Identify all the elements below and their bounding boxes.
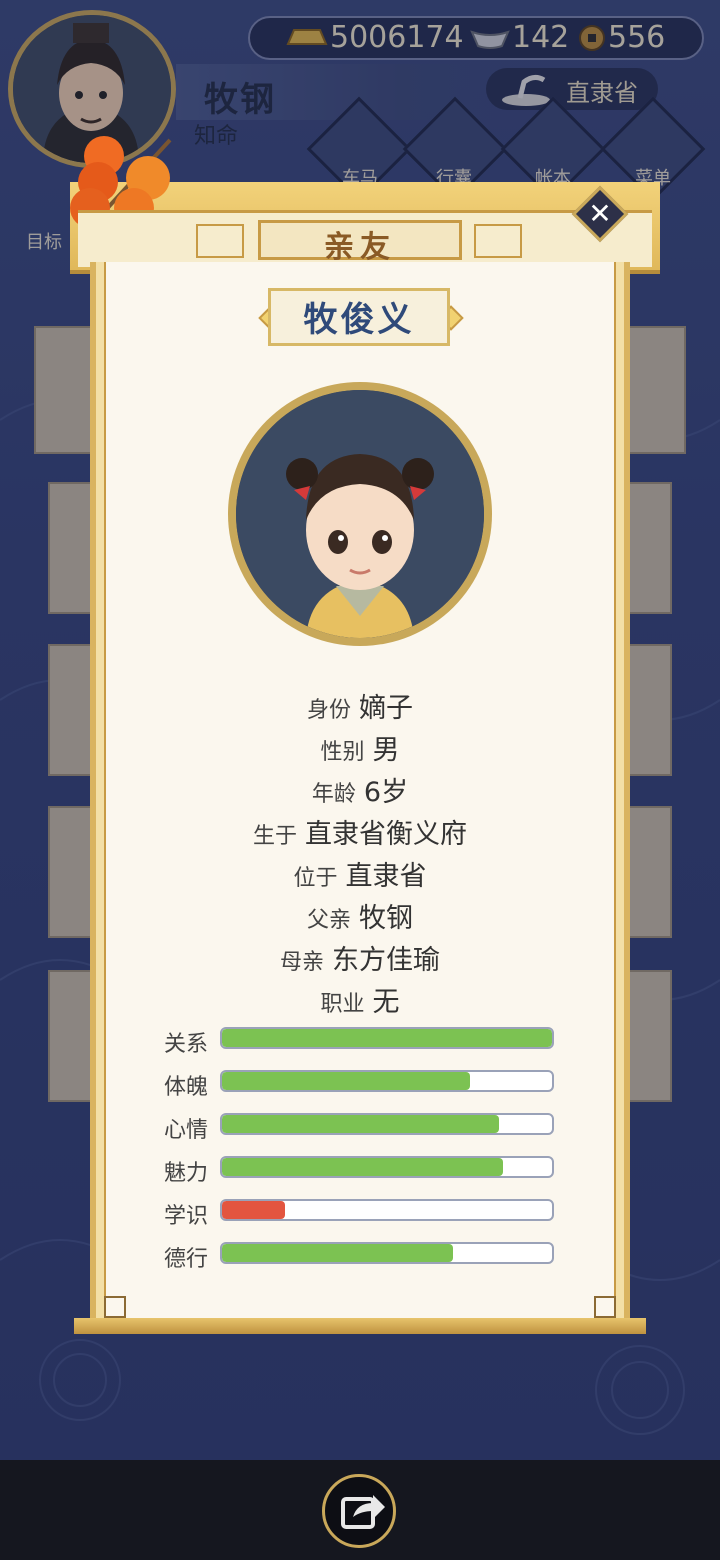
corner-ornament bbox=[104, 1296, 126, 1318]
info-row-age: 年龄 6岁 bbox=[104, 770, 616, 809]
stat-bar-virtue bbox=[220, 1242, 554, 1264]
info-value: 直隶省 bbox=[345, 861, 427, 892]
stat-bar-fill bbox=[222, 1029, 552, 1047]
corner-ornament bbox=[594, 1296, 616, 1318]
info-value: 男 bbox=[372, 735, 400, 766]
info-label: 身份 bbox=[306, 698, 351, 723]
modal-title: 亲友 bbox=[324, 230, 396, 265]
info-label: 位于 bbox=[293, 866, 338, 891]
stat-bar-knowledge bbox=[220, 1199, 554, 1221]
info-value: 东方佳瑜 bbox=[332, 945, 440, 976]
info-row-occupation: 职业无 bbox=[104, 980, 616, 1019]
info-value: 嫡子 bbox=[359, 693, 413, 724]
info-row-mother: 母亲 东方佳瑜 bbox=[104, 938, 616, 977]
info-label: 性别 bbox=[320, 740, 365, 765]
share-icon bbox=[341, 1495, 385, 1529]
info-value: 直隶省衡义府 bbox=[305, 819, 467, 850]
info-row-gender: 性别男 bbox=[104, 728, 616, 767]
scroll-bottom-roller bbox=[74, 1318, 646, 1334]
stat-label-virtue: 德行 bbox=[164, 1247, 209, 1272]
stat-bar-charm bbox=[220, 1156, 554, 1178]
stat-label-charm: 魅力 bbox=[164, 1161, 209, 1186]
close-icon[interactable]: ✕ bbox=[580, 194, 620, 234]
info-label: 父亲 bbox=[306, 908, 351, 933]
stat-bar-mood bbox=[220, 1113, 554, 1135]
stat-bar-fill bbox=[222, 1244, 453, 1262]
child-name: 牧俊义 bbox=[303, 300, 415, 340]
stat-bar-physique bbox=[220, 1070, 554, 1092]
info-label: 职业 bbox=[320, 992, 365, 1017]
info-value: 6岁 bbox=[363, 777, 409, 808]
info-row-birthplace: 生于 直隶省衡义府 bbox=[104, 812, 616, 851]
info-label: 生于 bbox=[252, 824, 297, 849]
stat-bar-fill bbox=[222, 1201, 285, 1219]
stat-bar-relationship bbox=[220, 1027, 554, 1049]
child-portrait bbox=[236, 390, 484, 638]
child-avatar-icon bbox=[236, 390, 484, 638]
info-value: 无 bbox=[372, 987, 400, 1018]
info-row-location: 位于 直隶省 bbox=[104, 854, 616, 893]
stat-label-relationship: 关系 bbox=[164, 1032, 209, 1057]
info-row-father: 父亲 牧钢 bbox=[104, 896, 616, 935]
stat-label-mood: 心情 bbox=[164, 1118, 209, 1143]
scroll-ornament-right bbox=[474, 224, 522, 258]
stat-label-physique: 体魄 bbox=[164, 1075, 209, 1100]
stat-bar-fill bbox=[222, 1115, 500, 1133]
scroll-ornament-left bbox=[196, 224, 244, 258]
info-label: 母亲 bbox=[279, 950, 324, 975]
info-row-identity: 身份 嫡子 bbox=[104, 686, 616, 725]
stat-bar-fill bbox=[222, 1158, 503, 1176]
stat-bar-fill bbox=[222, 1072, 470, 1090]
stat-label-knowledge: 学识 bbox=[164, 1204, 209, 1229]
info-value: 牧钢 bbox=[359, 903, 413, 934]
info-label: 年龄 bbox=[311, 782, 356, 807]
share-button[interactable] bbox=[322, 1474, 396, 1548]
